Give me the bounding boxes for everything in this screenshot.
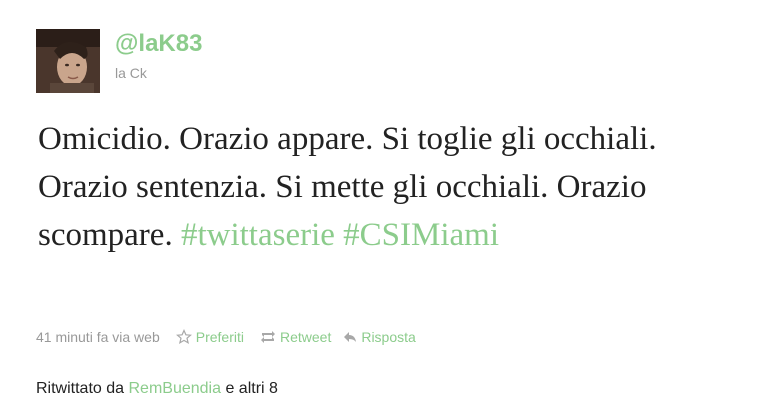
favorite-button[interactable]: Preferiti xyxy=(175,327,244,347)
star-icon xyxy=(175,329,192,345)
retweet-icon xyxy=(260,330,276,344)
reply-icon xyxy=(343,330,357,344)
hashtag-csimiami[interactable]: #CSIMiami xyxy=(343,217,499,253)
tweet-text: Omicidio. Orazio appare. Si toglie gli o… xyxy=(38,115,728,259)
retweet-button[interactable]: Retweet xyxy=(260,327,331,347)
timestamp-link[interactable]: 41 minuti fa via web xyxy=(36,327,160,347)
reply-label: Risposta xyxy=(361,329,416,345)
tweet-meta: 41 minuti fa via web Preferiti Retweet R… xyxy=(36,327,416,347)
hashtag-twittaserie[interactable]: #twittaserie xyxy=(181,217,335,253)
favorite-label: Preferiti xyxy=(195,329,244,345)
avatar-image xyxy=(36,29,100,93)
tweet-card: @laK83 la Ck Omicidio. Orazio appare. Si… xyxy=(0,0,767,409)
retweeted-prefix: Ritwittato da xyxy=(36,380,125,397)
retweeted-suffix[interactable]: e altri 8 xyxy=(225,380,277,397)
screen-name-link[interactable]: @laK83 xyxy=(115,30,202,58)
reply-button[interactable]: Risposta xyxy=(343,327,416,347)
full-name: la Ck xyxy=(115,65,147,81)
retweeted-user-link[interactable]: RemBuendia xyxy=(129,380,222,397)
avatar[interactable] xyxy=(36,29,100,93)
retweet-label: Retweet xyxy=(279,329,332,345)
retweeted-by: Ritwittato da RemBuendia e altri 8 xyxy=(36,379,278,399)
